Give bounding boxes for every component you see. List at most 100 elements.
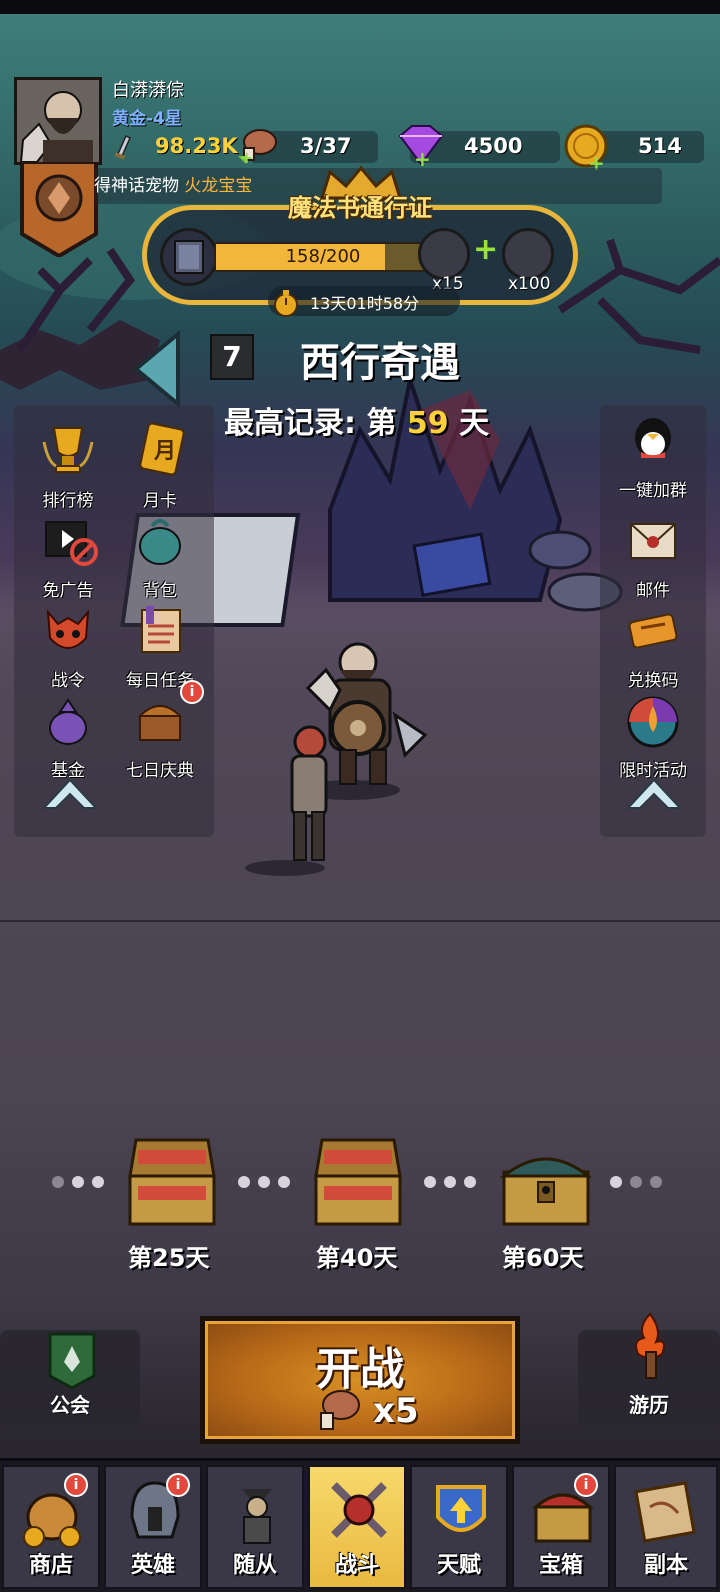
trophy-icon	[42, 427, 94, 473]
start-battle-button[interactable]: 开战 x5	[200, 1316, 520, 1444]
milestone-label: 第40天	[316, 1244, 398, 1272]
stopwatch-icon	[274, 290, 298, 317]
menu-limited-event[interactable]: 限时活动	[605, 692, 701, 781]
menu-no-ads[interactable]: 免广告	[20, 512, 116, 601]
ticket-icon	[628, 613, 678, 649]
menu-label: 一键加群	[619, 481, 687, 501]
progress-dots	[52, 1176, 104, 1188]
pass-title: 魔法书通行证	[288, 194, 432, 222]
coin-add-icon[interactable]: +	[562, 122, 612, 172]
mail-icon	[630, 523, 676, 559]
nav-followers[interactable]: 随从	[206, 1465, 304, 1589]
demon-mask-icon	[46, 608, 90, 649]
travel-label: 游历	[629, 1393, 669, 1417]
menu-leaderboard[interactable]: 排行榜	[20, 422, 116, 511]
stamina-value: 3/37	[300, 134, 352, 158]
menu-label: 邮件	[636, 581, 670, 601]
meat-icon	[320, 1390, 360, 1430]
menu-seven-day-event[interactable]: i 七日庆典	[112, 680, 208, 781]
menu-label: 兑换码	[627, 671, 679, 691]
pass-reward-meat-icon	[418, 228, 470, 280]
travel-button[interactable]: 游历	[578, 1312, 720, 1426]
nav-label: 英雄	[130, 1553, 175, 1578]
notification-badge: i	[64, 1473, 88, 1497]
crossed-swords-icon	[331, 1482, 387, 1538]
record-suffix: 天	[459, 406, 490, 441]
menu-redeem-code[interactable]: 兑换码	[605, 602, 701, 691]
pass-timer: 13天01时58分	[310, 294, 420, 313]
map-scroll-icon	[634, 1481, 696, 1543]
pass-reward-meat-icon-2	[502, 228, 554, 280]
nav-hero[interactable]: i 英雄	[104, 1465, 202, 1589]
nav-label: 随从	[232, 1553, 277, 1578]
hero-character	[245, 642, 428, 876]
menu-battle-pass[interactable]: 战令	[20, 602, 116, 691]
menu-mail[interactable]: 邮件	[605, 512, 701, 601]
menu-label: 背包	[143, 581, 177, 601]
svg-text:+: +	[414, 147, 431, 168]
collapse-left-menu-icon[interactable]	[40, 774, 100, 814]
game-screen: 白漭漭倧 黄金-4星 98.23K + 3/37 + 4500 + 514 得神…	[0, 0, 720, 1592]
record-prefix: 最高记录: 第	[224, 406, 397, 441]
pass-progress-text: 158/200	[285, 246, 361, 267]
notification-badge: i	[166, 1473, 190, 1497]
coins-value: 514	[638, 134, 682, 158]
event-wheel-icon	[627, 696, 679, 748]
record-days: 59	[406, 406, 449, 441]
gems-value: 4500	[464, 134, 523, 158]
open-chest-icon[interactable]	[310, 1136, 406, 1228]
shield-up-icon	[436, 1485, 486, 1532]
player-rank: 黄金-4星	[112, 109, 182, 129]
plus-icon: +	[473, 232, 499, 267]
progress-dots	[238, 1176, 290, 1188]
best-record: 最高记录: 第 59 天	[224, 398, 489, 442]
nav-label: 宝箱	[538, 1553, 583, 1578]
stage-number: 7	[210, 334, 254, 380]
sword-icon	[114, 134, 131, 160]
menu-join-group[interactable]: 一键加群	[605, 412, 701, 501]
svg-text:+: +	[240, 148, 253, 164]
guild-button[interactable]: 公会	[0, 1330, 140, 1426]
avatar-portrait-icon	[17, 80, 99, 162]
treasure-chest-icon	[137, 705, 183, 741]
guild-banner-icon	[48, 1332, 96, 1390]
marquee-prefix: 得神话宠物	[94, 176, 179, 196]
menu-label: 七日庆典	[126, 761, 194, 781]
no-ads-icon	[45, 521, 98, 566]
task-scroll-icon	[141, 606, 181, 653]
nav-treasure[interactable]: i 宝箱	[512, 1465, 610, 1589]
nav-label: 商店	[28, 1553, 73, 1578]
menu-fund[interactable]: 基金	[20, 692, 116, 781]
nav-shop[interactable]: i 商店	[2, 1465, 100, 1589]
menu-monthly-card[interactable]: 月 月卡	[112, 422, 208, 511]
follower-icon	[242, 1489, 272, 1544]
menu-daily-tasks[interactable]: 每日任务	[112, 602, 208, 691]
open-chest-icon[interactable]	[124, 1136, 220, 1228]
nav-label: 战斗	[334, 1553, 379, 1578]
prev-stage-arrow-icon[interactable]	[130, 330, 182, 408]
menu-backpack[interactable]: 背包	[112, 512, 208, 601]
player-name: 白漭漭倧	[112, 80, 184, 101]
gem-add-icon[interactable]: +	[394, 124, 448, 168]
magic-book-icon	[160, 228, 218, 286]
torch-icon	[635, 1312, 665, 1379]
nav-battle[interactable]: 战斗	[308, 1465, 406, 1589]
penguin-icon	[635, 418, 671, 458]
notification-badge: i	[574, 1473, 598, 1497]
meat-icon: +	[238, 129, 277, 164]
power-value: 98.23K	[155, 134, 238, 158]
monthly-card-icon: 月	[139, 422, 185, 476]
horizon-line	[0, 920, 720, 922]
money-bag-icon	[49, 698, 87, 745]
menu-label: 战令	[51, 671, 85, 691]
battle-cost: x5	[373, 1391, 419, 1431]
nav-dungeon[interactable]: 副本	[614, 1465, 718, 1589]
progress-dots	[424, 1176, 476, 1188]
player-avatar[interactable]	[14, 77, 102, 165]
locked-chest-icon[interactable]	[498, 1142, 594, 1234]
progress-dots	[610, 1176, 662, 1188]
nav-talent[interactable]: 天赋	[410, 1465, 508, 1589]
svg-text:月: 月	[153, 439, 176, 464]
guild-label: 公会	[50, 1393, 90, 1417]
collapse-right-menu-icon[interactable]	[624, 774, 684, 814]
